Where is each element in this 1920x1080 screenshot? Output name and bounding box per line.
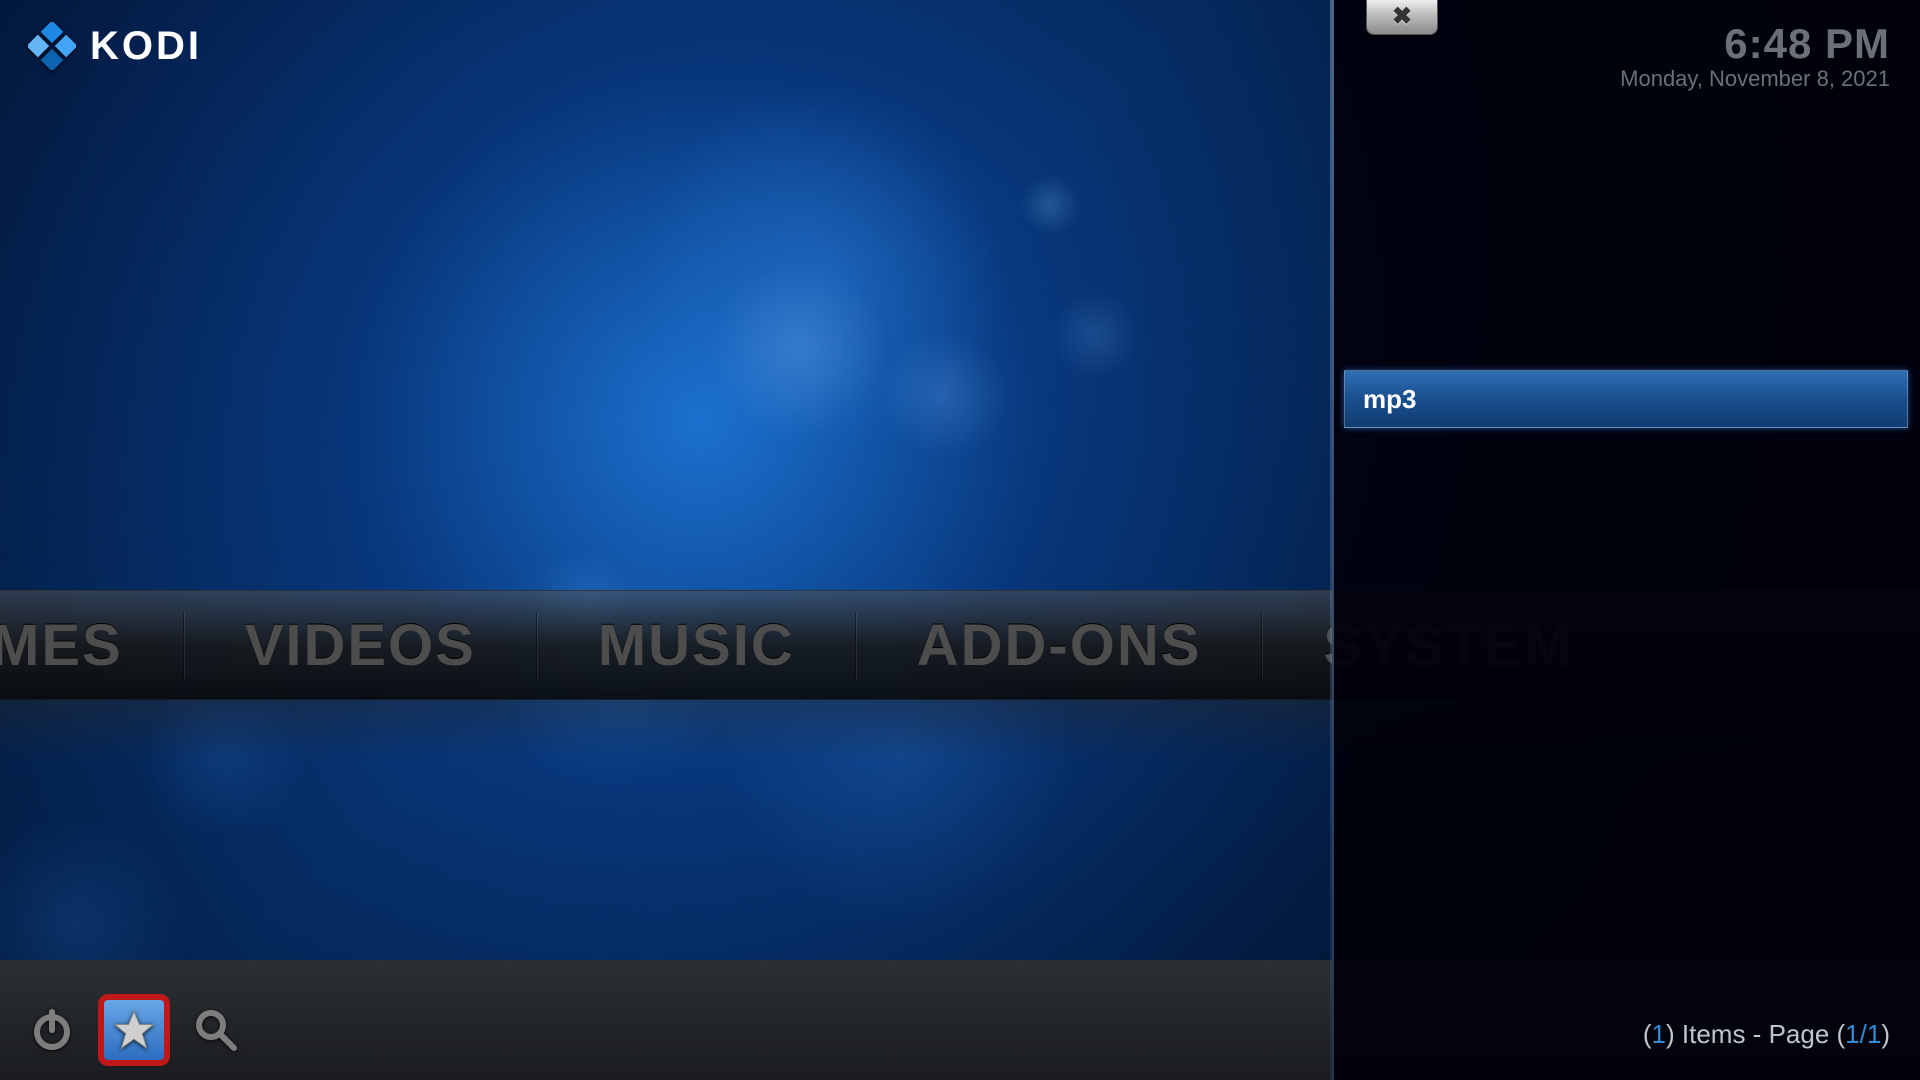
nav-item-addons[interactable]: ADD-ONS [856, 612, 1263, 679]
favorites-panel: ✖ 6:48 PM Monday, November 8, 2021 mp3 (… [1332, 0, 1920, 1080]
kodi-logo-icon [28, 22, 76, 70]
footer-open: ( [1643, 1019, 1652, 1049]
footer-close: ) [1881, 1019, 1890, 1049]
bokeh-circle [1050, 290, 1140, 380]
nav-item-music[interactable]: MUSIC [537, 612, 856, 679]
power-icon [28, 1006, 76, 1054]
nav-item-videos[interactable]: VIDEOS [184, 612, 537, 679]
star-icon [112, 1008, 156, 1052]
clock: 6:48 PM Monday, November 8, 2021 [1620, 20, 1890, 92]
nav-label: ADD-ONS [917, 613, 1202, 678]
nav-label: GAMES [0, 613, 123, 678]
favorites-list: mp3 [1344, 370, 1908, 428]
footer-page: 1/1 [1845, 1019, 1881, 1049]
bokeh-circle [710, 260, 890, 440]
footer-count: 1 [1652, 1019, 1666, 1049]
bokeh-circle [880, 330, 1010, 460]
clock-time: 6:48 PM [1620, 20, 1890, 68]
nav-label: VIDEOS [245, 613, 476, 678]
panel-status: (1) Items - Page (1/1) [1643, 1019, 1890, 1050]
nav-label: MUSIC [598, 613, 795, 678]
app-logo: KODI [28, 22, 202, 70]
power-button[interactable] [20, 998, 84, 1062]
list-item[interactable]: mp3 [1344, 370, 1908, 428]
close-icon: ✖ [1392, 5, 1412, 29]
list-item-label: mp3 [1363, 384, 1416, 415]
nav-item-games[interactable]: GAMES [0, 612, 184, 679]
footer-mid: ) Items - Page ( [1666, 1019, 1845, 1049]
clock-date: Monday, November 8, 2021 [1620, 66, 1890, 92]
app-name: KODI [90, 24, 202, 69]
bokeh-circle [1020, 175, 1080, 235]
search-button[interactable] [184, 998, 248, 1062]
favorites-button[interactable] [102, 998, 166, 1062]
search-icon [192, 1006, 240, 1054]
close-button[interactable]: ✖ [1366, 0, 1438, 35]
